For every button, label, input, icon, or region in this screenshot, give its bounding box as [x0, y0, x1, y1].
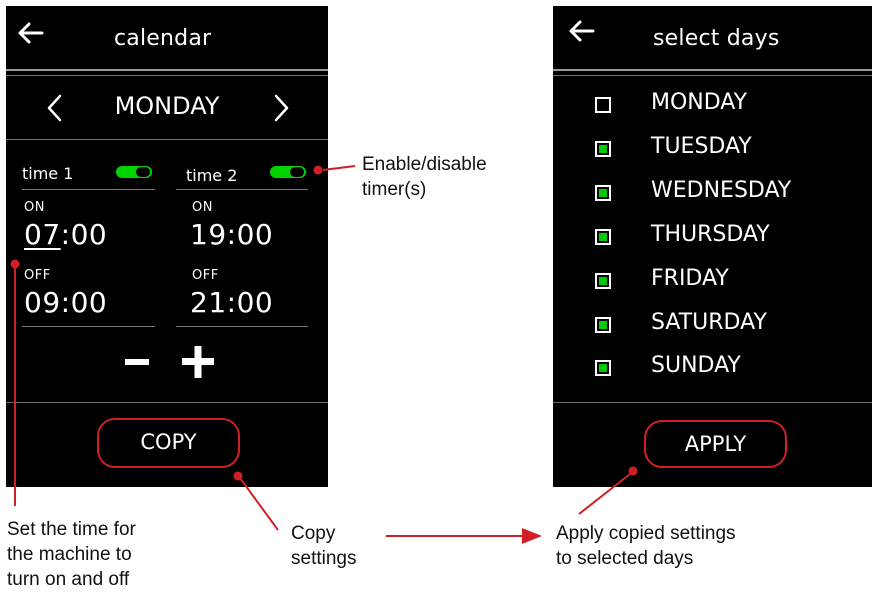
annotation-line: Apply copied settings	[556, 523, 736, 544]
annotation-line: the machine to	[7, 544, 132, 565]
annotation-line: to selected days	[556, 548, 694, 569]
apply-annotation: Apply copied settings to selected days	[556, 521, 736, 571]
set-time-annotation: Set the time for the machine to turn on …	[7, 517, 136, 592]
copy-annotation: Copy settings	[291, 521, 356, 571]
set-time-pointer-dot	[10, 259, 20, 269]
annotation-line: Enable/disable	[362, 154, 487, 175]
annotation-line: settings	[291, 548, 357, 569]
apply-pointer-dot	[628, 466, 638, 476]
annotation-line: Set the time for	[7, 519, 136, 540]
enable-annotation: Enable/disable timer(s)	[362, 152, 487, 202]
copy-pointer-dot	[233, 471, 243, 481]
annotation-line: turn on and off	[7, 569, 130, 590]
copy-pointer-line	[239, 477, 279, 531]
apply-pointer-line	[578, 473, 631, 515]
annotation-line: timer(s)	[362, 179, 427, 200]
annotation-line: Copy	[291, 523, 336, 544]
enable-pointer-dot	[313, 165, 323, 175]
annotation-arrows	[10, 165, 638, 544]
enable-pointer-line	[322, 165, 356, 171]
